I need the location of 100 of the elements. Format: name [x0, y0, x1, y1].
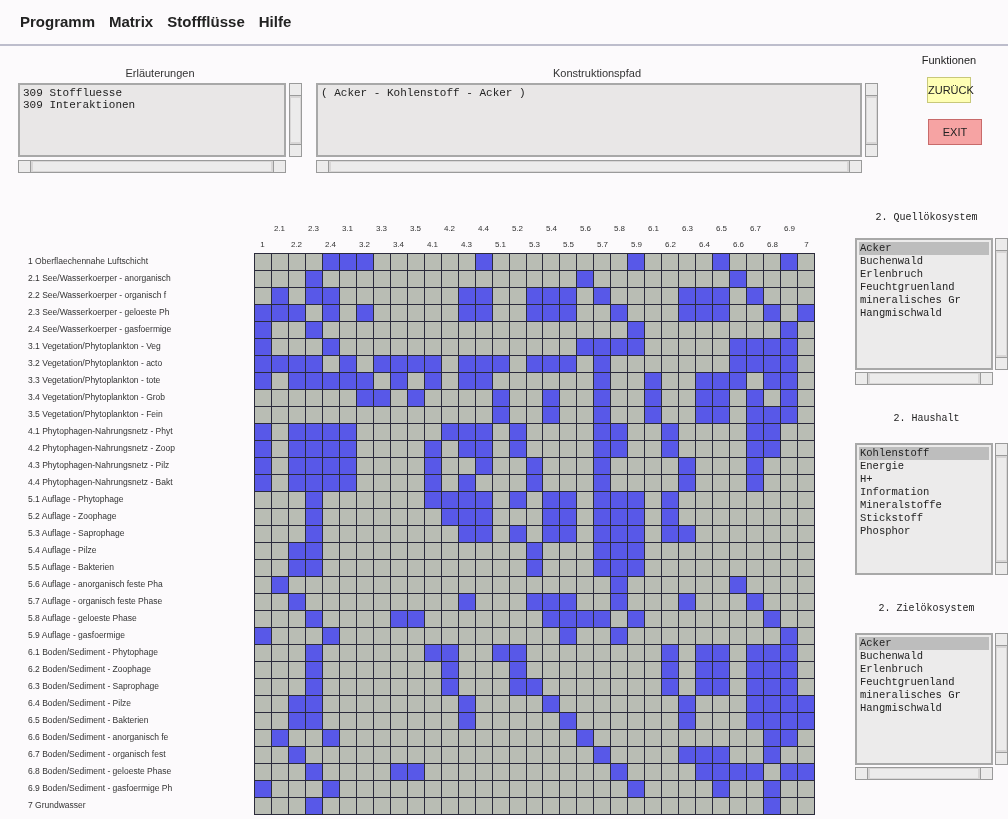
column-header: 3.1 [341, 223, 354, 235]
row-label: 6.4 Boden/Sediment - Pilze [28, 697, 132, 710]
column-header: 6.8 [766, 239, 779, 251]
column-header: 4.2 [443, 223, 456, 235]
column-header: 5.5 [562, 239, 575, 251]
column-header: 6.4 [698, 239, 711, 251]
row-label: 5.1 Auflage - Phytophage [28, 493, 125, 506]
row-label: 6.6 Boden/Sediment - anorganisch fe [28, 731, 170, 744]
text-line: ( Acker - Kohlenstoff - Acker ) [321, 87, 527, 99]
text-line: 309 Interaktionen [23, 99, 137, 111]
list-item[interactable]: Phosphor [859, 525, 989, 538]
column-header: 2.4 [324, 239, 337, 251]
menu-item[interactable]: Hilfe [258, 10, 292, 34]
column-header: 6.1 [647, 223, 660, 235]
column-header: 3.2 [358, 239, 371, 251]
list-item[interactable]: Kohlenstoff [859, 447, 989, 460]
row-label: 3.2 Vegetation/Phytoplankton - acto [28, 357, 164, 370]
list-item[interactable]: H+ [859, 473, 989, 486]
column-header: 4.1 [426, 239, 439, 251]
column-header: 6.7 [749, 223, 762, 235]
column-header: 3.5 [409, 223, 422, 235]
row-label: 6.3 Boden/Sediment - Saprophage [28, 680, 160, 693]
column-header: 2.3 [307, 223, 320, 235]
row-label: 6.1 Boden/Sediment - Phytophage [28, 646, 159, 659]
list-box[interactable]: Acker Buchenwald Erlenbruch Feuchtgruenland mineralisches Gr Hangmischwald [855, 238, 993, 370]
menu-item[interactable]: Programm [20, 10, 96, 34]
list-item[interactable]: Hangmischwald [859, 307, 989, 320]
row-label: 5.2 Auflage - Zoophage [28, 510, 118, 523]
column-header: 6.3 [681, 223, 694, 235]
row-label: 1 Oberflaechennahe Luftschicht [28, 255, 150, 268]
column-header: 3.4 [392, 239, 405, 251]
list-item[interactable]: Information [859, 486, 989, 499]
text-area[interactable]: 309 Stoffluesse 309 Interaktionen [18, 83, 286, 157]
row-label: 4.3 Phytophagen-Nahrungsnetz - Pilz [28, 459, 171, 472]
list-item[interactable]: Erlenbruch [859, 268, 989, 281]
list-item[interactable]: mineralisches Gr [859, 294, 989, 307]
list-item[interactable]: mineralisches Gr [859, 689, 989, 702]
column-header: 1 [260, 239, 265, 251]
row-label: 2.4 See/Wasserkoerper - gasfoermige [28, 323, 173, 336]
list-item[interactable]: Acker [859, 242, 989, 255]
column-header: 5.4 [545, 223, 558, 235]
panel-title: Erläuterungen [124, 66, 196, 81]
column-header: 5.1 [494, 239, 507, 251]
exit-button[interactable]: EXIT [928, 119, 982, 145]
row-label: 5.3 Auflage - Saprophage [28, 527, 126, 540]
list-item[interactable]: Feuchtgruenland [859, 281, 989, 294]
panel-title: Konstruktionspfad [551, 66, 643, 81]
list-item[interactable]: Feuchtgruenland [859, 676, 989, 689]
row-label: 2.2 See/Wasserkoerper - organisch f [28, 289, 168, 302]
column-header: 5.9 [630, 239, 643, 251]
list-title: 2. Quellökosystem [874, 211, 979, 225]
row-label: 7 Grundwasser [28, 799, 87, 812]
row-label: 5.9 Auflage - gasfoermige [28, 629, 126, 642]
text-area[interactable]: ( Acker - Kohlenstoff - Acker ) [316, 83, 862, 157]
list-box[interactable]: Kohlenstoff Energie H+ Information Mineralstoffe Stickstoff Phosphor [855, 443, 993, 575]
row-label: 6.2 Boden/Sediment - Zoophage [28, 663, 152, 676]
column-header: 2.2 [290, 239, 303, 251]
column-header: 6.9 [783, 223, 796, 235]
list-item[interactable]: Acker [859, 637, 989, 650]
list-title: 2. Zielökosystem [877, 602, 976, 616]
text-line: 309 Stoffluesse [23, 87, 124, 99]
row-label: 6.5 Boden/Sediment - Bakterien [28, 714, 150, 727]
row-label: 5.5 Auflage - Bakterien [28, 561, 115, 574]
list-title: 2. Haushalt [892, 412, 961, 426]
row-label: 6.9 Boden/Sediment - gasfoermige Ph [28, 782, 174, 795]
column-header: 5.3 [528, 239, 541, 251]
row-label: 3.5 Vegetation/Phytoplankton - Fein [28, 408, 164, 421]
column-header: 5.8 [613, 223, 626, 235]
row-label: 5.4 Auflage - Pilze [28, 544, 98, 557]
row-label: 4.2 Phytophagen-Nahrungsnetz - Zoop [28, 442, 176, 455]
column-header: 5.6 [579, 223, 592, 235]
menu-item[interactable]: Stoffflüsse [167, 10, 245, 34]
list-item[interactable]: Buchenwald [859, 650, 989, 663]
column-header: 3.3 [375, 223, 388, 235]
column-header: 6.5 [715, 223, 728, 235]
column-header: 6.2 [664, 239, 677, 251]
list-item[interactable]: Mineralstoffe [859, 499, 989, 512]
row-label: 3.1 Vegetation/Phytoplankton - Veg [28, 340, 162, 353]
list-box[interactable]: Acker Buchenwald Erlenbruch Feuchtgruenland mineralisches Gr Hangmischwald [855, 633, 993, 765]
list-item[interactable]: Stickstoff [859, 512, 989, 525]
column-header: 5.7 [596, 239, 609, 251]
row-label: 4.1 Phytophagen-Nahrungsnetz - Phyt [28, 425, 174, 438]
row-label: 6.8 Boden/Sediment - geloeste Phase [28, 765, 173, 778]
row-label: 5.7 Auflage - organisch feste Phase [28, 595, 164, 608]
row-label: 2.3 See/Wasserkoerper - geloeste Ph [28, 306, 171, 319]
column-header: 4.3 [460, 239, 473, 251]
row-label: 3.3 Vegetation/Phytoplankton - tote [28, 374, 162, 387]
row-label: 2.1 See/Wasserkoerper - anorganisch [28, 272, 172, 285]
list-item[interactable]: Hangmischwald [859, 702, 989, 715]
row-label: 5.6 Auflage - anorganisch feste Pha [28, 578, 164, 591]
row-label: 4.4 Phytophagen-Nahrungsnetz - Bakt [28, 476, 174, 489]
list-item[interactable]: Erlenbruch [859, 663, 989, 676]
list-item[interactable]: Buchenwald [859, 255, 989, 268]
column-header: 4.4 [477, 223, 490, 235]
row-label: 6.7 Boden/Sediment - organisch fest [28, 748, 167, 761]
column-header: 2.1 [273, 223, 286, 235]
list-item[interactable]: Energie [859, 460, 989, 473]
functions-title: Funktionen [921, 53, 977, 68]
menu-item[interactable]: Matrix [109, 10, 154, 34]
column-header: 6.6 [732, 239, 745, 251]
